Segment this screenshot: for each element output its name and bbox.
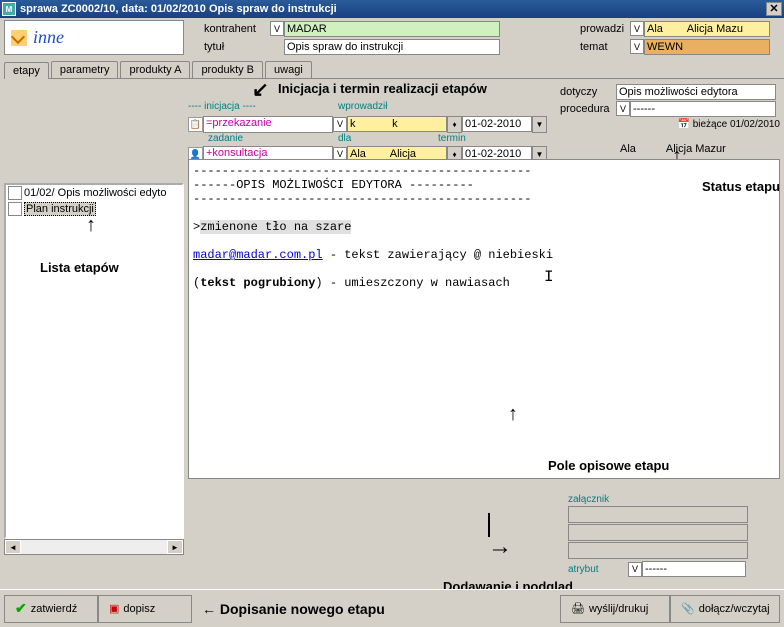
prowadzi-field[interactable] — [644, 21, 770, 37]
annotation-footer: ← Dopisanie nowego etapu — [202, 601, 385, 617]
prowadzi-lookup[interactable]: V — [630, 21, 644, 36]
print-button[interactable]: 🖨 wyślij/drukuj — [560, 595, 670, 623]
add-icon: ▣ — [109, 602, 119, 615]
date1-drop[interactable]: ▼ — [532, 116, 547, 133]
text-cursor: I — [544, 268, 554, 286]
atrybut-lookup[interactable]: V — [628, 562, 642, 577]
temat-label: temat — [580, 41, 630, 53]
tab-produkty-a[interactable]: produkty A — [120, 61, 190, 78]
kontrahent-field[interactable] — [284, 21, 500, 37]
prowadzi-label: prowadzi — [580, 23, 630, 35]
close-button[interactable]: ✕ — [766, 2, 782, 16]
print-label: wyślij/drukuj — [589, 603, 648, 615]
list-item-label: 01/02/ Opis możliwości edyto — [24, 187, 166, 199]
doc-icon — [8, 202, 22, 216]
tab-parametry[interactable]: parametry — [51, 61, 119, 78]
zalacznik-label: załącznik — [568, 494, 609, 505]
zadanie-header: zadanie — [188, 133, 338, 144]
status-ala: Ala — [620, 143, 636, 155]
tytul-field[interactable] — [284, 39, 500, 55]
footer-toolbar: ✔ zatwierdź ▣ dopisz ← Dopisanie nowego … — [0, 589, 784, 627]
wprowadzil-lookup[interactable]: V — [333, 117, 347, 132]
procedura-field[interactable] — [630, 101, 776, 117]
kontrahent-lookup[interactable]: V — [270, 21, 284, 36]
confirm-label: zatwierdź — [31, 603, 77, 615]
tab-bar: etapy parametry produkty A produkty B uw… — [4, 61, 784, 79]
tytul-label: tytuł — [204, 41, 270, 53]
doc-icon — [8, 186, 22, 200]
attachment-field-3[interactable] — [568, 542, 748, 559]
atrybut-label: atrybut — [568, 564, 628, 575]
termin-header: termin — [438, 133, 508, 144]
clip-icon: 📎 — [681, 602, 695, 615]
attach-label: dołącz/wczytaj — [699, 603, 770, 615]
description-editor[interactable]: ----------------------------------------… — [188, 159, 780, 479]
tab-etapy[interactable]: etapy — [4, 62, 49, 79]
date1-field[interactable] — [462, 116, 532, 132]
date1-spin[interactable]: ♦ — [447, 116, 462, 133]
category-box[interactable]: inne — [4, 20, 184, 55]
check-icon: ✔ — [15, 600, 27, 617]
stage-list[interactable]: 01/02/ Opis możliwości edyto Plan instru… — [4, 183, 184, 539]
attachment-field-2[interactable] — [568, 524, 748, 541]
wprowadzil-field[interactable] — [347, 116, 447, 132]
tab-produkty-b[interactable]: produkty B — [192, 61, 263, 78]
tab-uwagi[interactable]: uwagi — [265, 61, 312, 78]
dotyczy-label: dotyczy — [560, 86, 616, 98]
list-item[interactable]: Plan instrukcji — [6, 201, 182, 217]
add-label: dopisz — [123, 603, 155, 615]
list-item[interactable]: 01/02/ Opis możliwości edyto — [6, 185, 182, 201]
stage-type-field[interactable]: =przekazanie — [203, 116, 333, 133]
stage-type-icon[interactable]: 📋 — [188, 117, 203, 132]
scroll-left-button[interactable]: ◄ — [5, 540, 21, 554]
add-button[interactable]: ▣ dopisz — [98, 595, 192, 623]
app-icon: M — [2, 2, 16, 16]
confirm-button[interactable]: ✔ zatwierdź — [4, 595, 98, 623]
dla-header: dla — [338, 133, 438, 144]
wprowadzil-header: wprowadził — [338, 101, 438, 112]
attach-button[interactable]: 📎 dołącz/wczytaj — [670, 595, 780, 623]
scroll-right-button[interactable]: ► — [167, 540, 183, 554]
procedura-label: procedura — [560, 103, 616, 115]
temat-field[interactable] — [644, 39, 770, 55]
title-bar: M sprawa ZC0002/10, data: 01/02/2010 Opi… — [0, 0, 784, 18]
attachment-area: załącznik atrybut V — [568, 493, 780, 577]
calendar-icon: 📅 — [677, 119, 689, 130]
header-area: inne kontrahent V tytuł prowadzi V temat… — [0, 18, 784, 57]
status-area: Ala Alicja Mazur — [620, 143, 780, 155]
category-label: inne — [33, 27, 64, 48]
printer-icon: 🖨 — [571, 602, 585, 615]
folder-icon — [11, 30, 27, 46]
inicjacja-header: ---- inicjacja ---- — [188, 101, 338, 112]
annotation-top: Inicjacja i termin realizacji etapów — [278, 81, 487, 96]
list-item-label: Plan instrukcji — [24, 202, 96, 216]
kontrahent-label: kontrahent — [204, 23, 270, 35]
window-title: sprawa ZC0002/10, data: 01/02/2010 Opis … — [20, 3, 766, 15]
status-alicja: Alicja Mazur — [666, 143, 726, 155]
scroll-track[interactable] — [21, 540, 167, 554]
biezace-label: 📅 bieżące 01/02/2010 — [677, 119, 780, 130]
main-area: 01/02/ Opis możliwości edyto Plan instru… — [0, 79, 784, 559]
attachment-field-1[interactable] — [568, 506, 748, 523]
procedura-lookup[interactable]: V — [616, 101, 630, 116]
temat-lookup[interactable]: V — [630, 39, 644, 54]
dotyczy-field[interactable] — [616, 84, 776, 100]
left-panel: 01/02/ Opis możliwości edyto Plan instru… — [4, 83, 184, 555]
right-panel: Inicjacja i termin realizacji etapów ↙ -… — [188, 83, 780, 555]
list-scrollbar[interactable]: ◄ ► — [4, 539, 184, 555]
atrybut-field[interactable] — [642, 561, 746, 577]
